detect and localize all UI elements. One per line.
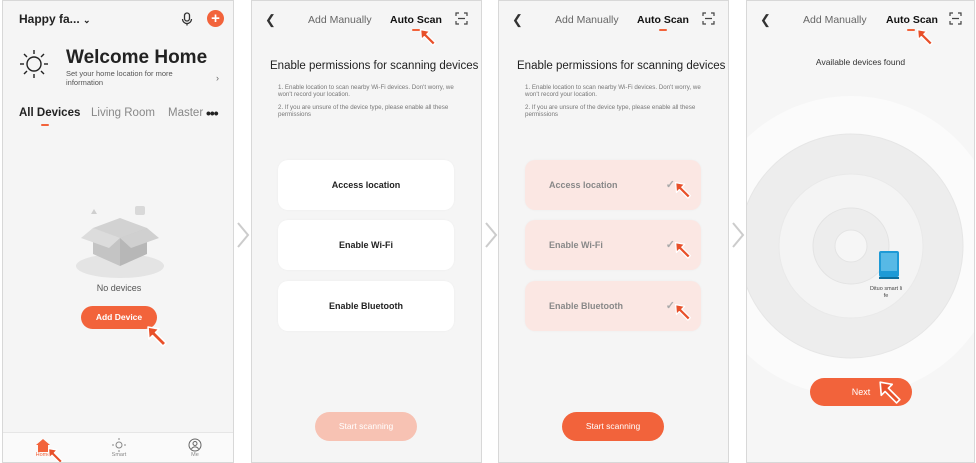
chevron-down-icon: ⌄: [83, 15, 91, 25]
step-chevron-icon: [731, 221, 745, 249]
enable-bluetooth-button[interactable]: Enable Bluetooth: [278, 281, 454, 331]
active-tab-indicator: [907, 29, 915, 31]
pointer-arrow-icon: [675, 242, 691, 259]
back-icon[interactable]: ❮: [265, 12, 276, 28]
more-icon[interactable]: •••: [206, 105, 219, 121]
home-name-label: Happy fa...: [19, 12, 80, 26]
sun-icon: [19, 49, 49, 84]
top-bar: ❮ Add Manually Auto Scan: [747, 1, 974, 37]
pointer-arrow-icon: [675, 304, 691, 321]
tab-all-devices[interactable]: All Devices: [19, 107, 80, 119]
tab-me[interactable]: Me: [180, 435, 210, 458]
microphone-icon[interactable]: [181, 12, 193, 31]
top-bar: ❮ Add Manually Auto Scan: [499, 1, 728, 37]
pointer-arrow-icon: [420, 29, 436, 46]
tab-add-manually[interactable]: Add Manually: [803, 14, 867, 26]
welcome-subtitle[interactable]: Set your home location for more informat…: [66, 69, 191, 87]
bottom-tab-bar: Home Smart Me: [3, 432, 233, 462]
permission-note-2: 2. If you are unsure of the device type,…: [278, 104, 449, 119]
smart-sun-icon: [104, 435, 134, 452]
permission-note-1: 1. Enable location to scan nearby Wi-Fi …: [278, 84, 454, 99]
home-screen: Happy fa... ⌄ + Welcome Home Set your ho…: [2, 0, 234, 463]
empty-box-illustration: [73, 186, 168, 286]
pointer-arrow-icon: [47, 447, 64, 462]
radar-rings: [747, 96, 974, 396]
permissions-title: Enable permissions for scanning devices: [517, 60, 726, 72]
pointer-arrow-icon: [147, 326, 167, 347]
add-plus-icon[interactable]: +: [207, 10, 224, 27]
tab-add-manually[interactable]: Add Manually: [308, 14, 372, 26]
top-bar: ❮ Add Manually Auto Scan: [252, 1, 481, 37]
device-icon[interactable]: [878, 250, 900, 285]
permission-note-2: 2. If you are unsure of the device type,…: [525, 104, 696, 119]
scan-icon[interactable]: [949, 12, 962, 30]
tab-me-label: Me: [191, 452, 199, 458]
tab-master[interactable]: Master: [168, 107, 203, 119]
scan-icon[interactable]: [702, 12, 715, 30]
room-tabs: All Devices Living Room Master: [3, 107, 233, 127]
back-icon[interactable]: ❮: [512, 12, 523, 28]
step-chevron-icon: [236, 221, 250, 249]
active-tab-indicator: [659, 29, 667, 31]
back-icon[interactable]: ❮: [760, 12, 771, 28]
profile-icon: [180, 435, 210, 452]
enable-bluetooth-label: Enable Bluetooth: [549, 301, 623, 311]
permission-note-1: 1. Enable location to scan nearby Wi-Fi …: [525, 84, 701, 99]
enable-wifi-button[interactable]: Enable Wi-Fi: [278, 220, 454, 270]
tab-auto-scan[interactable]: Auto Scan: [390, 14, 442, 26]
tab-smart-label: Smart: [111, 452, 127, 458]
pointer-arrow-icon: [917, 29, 933, 46]
chevron-right-icon[interactable]: ›: [216, 73, 219, 83]
welcome-title: Welcome Home: [66, 47, 208, 68]
tab-add-manually[interactable]: Add Manually: [555, 14, 619, 26]
step-chevron-icon: [484, 221, 498, 249]
empty-state-text: No devices: [96, 283, 142, 293]
tab-auto-scan[interactable]: Auto Scan: [637, 14, 689, 26]
tab-smart[interactable]: Smart: [104, 435, 134, 458]
pointer-arrow-icon: [879, 381, 901, 404]
tab-auto-scan[interactable]: Auto Scan: [886, 14, 938, 26]
start-scanning-button[interactable]: Start scanning: [562, 412, 664, 441]
enable-wifi-label: Enable Wi-Fi: [549, 240, 603, 250]
permissions-screen: ❮ Add Manually Auto Scan Enable permissi…: [251, 0, 482, 463]
active-tab-indicator: [41, 124, 49, 126]
devices-found-screen: ❮ Add Manually Auto Scan Available devic…: [746, 0, 975, 463]
home-selector[interactable]: Happy fa... ⌄: [19, 12, 91, 26]
access-location-label: Access location: [549, 180, 618, 190]
pointer-arrow-icon: [675, 182, 691, 199]
permissions-title: Enable permissions for scanning devices: [270, 60, 479, 72]
scan-icon[interactable]: [455, 12, 468, 30]
permissions-granted-screen: ❮ Add Manually Auto Scan Enable permissi…: [498, 0, 729, 463]
access-location-button[interactable]: Access location: [278, 160, 454, 210]
devices-found-title: Available devices found: [815, 57, 906, 67]
tab-living-room[interactable]: Living Room: [91, 107, 155, 119]
start-scanning-button-disabled[interactable]: Start scanning: [315, 412, 417, 441]
device-name[interactable]: Dituo smart li fe: [869, 286, 903, 300]
